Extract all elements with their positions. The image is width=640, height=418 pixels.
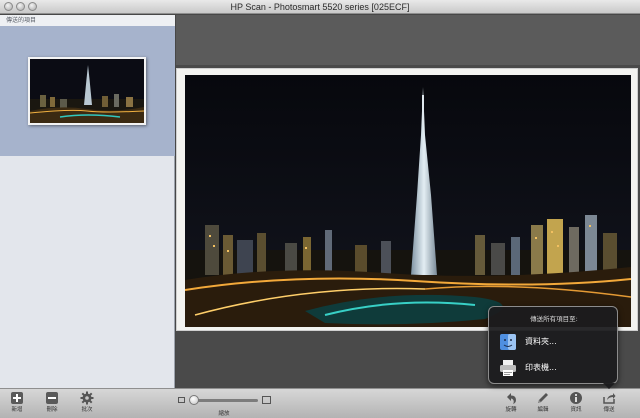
send-button[interactable]: 傳送 bbox=[596, 391, 622, 414]
thumbnail-image bbox=[30, 59, 144, 123]
city-night-image bbox=[185, 75, 631, 327]
batch-label: 批次 bbox=[81, 407, 93, 413]
rotate-icon bbox=[507, 393, 516, 404]
edit-button[interactable]: 編輯 bbox=[530, 391, 556, 414]
preview-top-band bbox=[176, 15, 640, 65]
batch-button[interactable]: 批次 bbox=[74, 391, 100, 414]
share-icon bbox=[603, 393, 616, 404]
sidebar-header: 傳送的項目 bbox=[0, 15, 175, 26]
info-button[interactable]: 資訊 bbox=[563, 391, 589, 414]
delete-label: 刪除 bbox=[46, 407, 58, 413]
app-window: HP Scan - Photosmart 5520 series [025ECF… bbox=[0, 0, 640, 418]
zoom-control: 縮放 bbox=[178, 393, 271, 417]
zoom-small-icon bbox=[178, 397, 185, 403]
send-to-folder-label: 資料夾... bbox=[525, 337, 557, 346]
bottom-toolbar: 新增 刪除 批次 旋轉 編輯 資訊 傳送 bbox=[0, 388, 640, 418]
minus-icon bbox=[46, 392, 58, 404]
send-to-folder-item[interactable]: 資料夾... bbox=[495, 331, 613, 353]
finder-icon bbox=[500, 334, 516, 350]
title-bar: HP Scan - Photosmart 5520 series [025ECF… bbox=[0, 0, 640, 14]
send-to-printer-label: 印表機... bbox=[525, 363, 557, 372]
add-label: 新增 bbox=[11, 407, 23, 413]
zoom-slider-knob[interactable] bbox=[189, 395, 199, 405]
delete-button[interactable]: 刪除 bbox=[39, 391, 65, 414]
send-popup: 傳送所有項目至: 資料夾... 印表機... bbox=[488, 306, 618, 384]
printer-icon bbox=[500, 360, 516, 376]
send-popup-arrow bbox=[603, 383, 615, 389]
rotate-button[interactable]: 旋轉 bbox=[498, 391, 524, 414]
info-icon bbox=[570, 392, 582, 404]
info-label: 資訊 bbox=[570, 407, 582, 413]
gear-icon bbox=[80, 391, 94, 405]
plus-icon bbox=[11, 392, 23, 404]
edit-label: 編輯 bbox=[537, 407, 549, 413]
scan-thumbnail[interactable] bbox=[28, 57, 146, 125]
send-to-printer-item[interactable]: 印表機... bbox=[495, 357, 613, 379]
add-button[interactable]: 新增 bbox=[4, 391, 30, 414]
scan-preview-image[interactable] bbox=[185, 75, 631, 327]
zoom-large-icon bbox=[262, 396, 271, 404]
rotate-label: 旋轉 bbox=[505, 407, 517, 413]
zoom-slider-track[interactable] bbox=[190, 399, 258, 402]
window-title: HP Scan - Photosmart 5520 series [025ECF… bbox=[230, 2, 410, 12]
zoom-label: 縮放 bbox=[218, 411, 230, 417]
pencil-icon bbox=[538, 393, 548, 403]
send-label: 傳送 bbox=[603, 407, 615, 413]
send-popup-title: 傳送所有項目至: bbox=[530, 315, 578, 323]
